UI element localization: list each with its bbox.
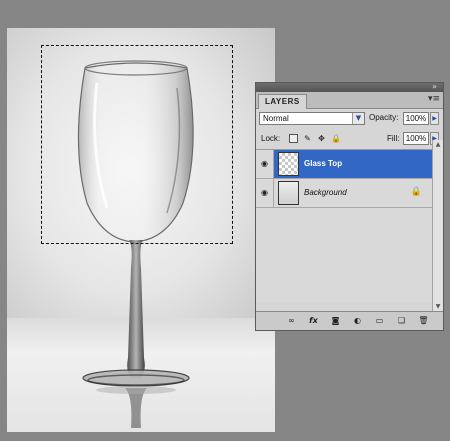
layer-thumbnail[interactable] bbox=[278, 181, 299, 205]
panel-tabbar: LAYERS ▾≡ bbox=[256, 92, 443, 109]
adjustment-layer-icon[interactable]: ◐ bbox=[352, 315, 363, 326]
selection-marquee[interactable] bbox=[41, 45, 233, 244]
layers-scrollbar[interactable]: ▲ ▼ bbox=[432, 140, 443, 311]
layer-mask-icon[interactable]: ◙ bbox=[330, 315, 341, 326]
layer-row-glass-top[interactable]: ◉ Glass Top bbox=[256, 150, 432, 179]
new-layer-icon[interactable]: ❏ bbox=[396, 315, 407, 326]
lock-icon: 🔒 bbox=[410, 187, 422, 197]
eye-icon[interactable]: ◉ bbox=[256, 179, 274, 207]
lock-all-icon[interactable]: 🔒 bbox=[331, 134, 341, 143]
opacity-label: Opacity: bbox=[369, 113, 399, 122]
panel-titlebar[interactable]: » bbox=[256, 82, 443, 92]
lock-image-pixels-icon[interactable]: ✎ bbox=[303, 134, 312, 143]
chevron-down-icon[interactable]: ▼ bbox=[352, 113, 364, 124]
lock-label: Lock: bbox=[261, 134, 281, 143]
lock-position-icon[interactable]: ✥ bbox=[317, 134, 326, 143]
new-group-icon[interactable]: ▭ bbox=[374, 315, 385, 326]
layer-name[interactable]: Background bbox=[304, 188, 347, 198]
eye-icon[interactable]: ◉ bbox=[256, 150, 274, 178]
lock-transparent-pixels-icon[interactable] bbox=[289, 134, 298, 143]
layers-panel: » LAYERS ▾≡ Normal ▼ Opacity: 100% ▶ Loc… bbox=[255, 82, 444, 331]
fill-field[interactable]: 100% bbox=[403, 132, 429, 145]
opacity-flyout-icon[interactable]: ▶ bbox=[430, 112, 439, 125]
panel-menu-icon[interactable]: ▾≡ bbox=[428, 94, 440, 104]
fx-icon[interactable]: fx bbox=[308, 315, 319, 326]
lock-fill-row: Lock: ✎ ✥ 🔒 Fill: 100% ▶ bbox=[256, 129, 443, 150]
layers-list: ◉ Glass Top ◉ Background 🔒 bbox=[256, 150, 443, 303]
link-layers-icon[interactable]: ∞ bbox=[286, 315, 297, 326]
layer-thumbnail[interactable] bbox=[278, 152, 299, 176]
layer-name[interactable]: Glass Top bbox=[304, 159, 342, 169]
tab-layers[interactable]: LAYERS bbox=[258, 94, 307, 109]
opacity-field[interactable]: 100% bbox=[403, 112, 429, 125]
blend-mode-value: Normal bbox=[263, 114, 289, 123]
blend-opacity-row: Normal ▼ Opacity: 100% ▶ bbox=[256, 109, 443, 129]
layer-row-background[interactable]: ◉ Background 🔒 bbox=[256, 179, 432, 208]
document-canvas[interactable] bbox=[7, 28, 275, 432]
fill-label: Fill: bbox=[387, 134, 400, 143]
panel-footer: ∞ fx ◙ ◐ ▭ ❏ 🗑 bbox=[256, 311, 443, 330]
scroll-up-icon[interactable]: ▲ bbox=[433, 140, 443, 149]
trash-icon[interactable]: 🗑 bbox=[418, 315, 429, 326]
blend-mode-select[interactable]: Normal ▼ bbox=[259, 112, 365, 125]
scroll-down-icon[interactable]: ▼ bbox=[433, 302, 443, 311]
